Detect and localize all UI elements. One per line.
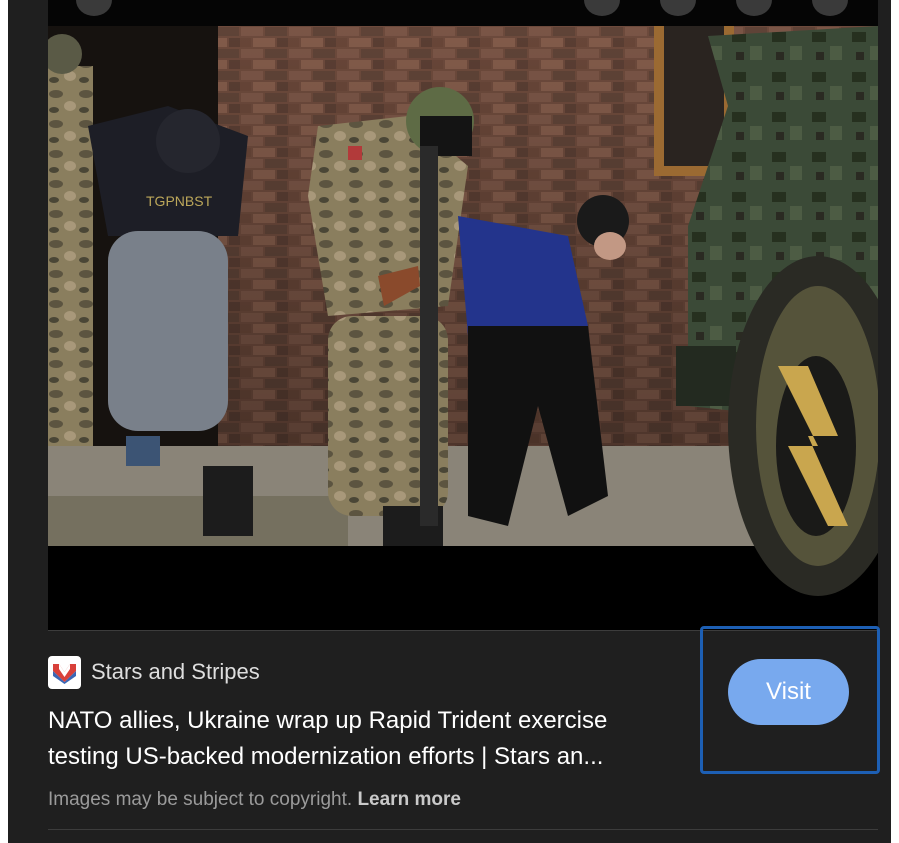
- source-name[interactable]: Stars and Stripes: [91, 659, 260, 685]
- result-image[interactable]: TGPNBST: [48, 26, 878, 630]
- result-title[interactable]: NATO allies, Ukraine wrap up Rapid Tride…: [48, 703, 698, 775]
- prev-action-icon[interactable]: [76, 0, 112, 16]
- visit-button[interactable]: Visit: [728, 659, 849, 725]
- result-title-line-1[interactable]: NATO allies, Ukraine wrap up Rapid Tride…: [48, 703, 698, 739]
- copyright-notice: Images may be subject to copyright. Lear…: [48, 789, 461, 811]
- stars-and-stripes-logo-icon: [48, 655, 81, 689]
- share-icon[interactable]: [584, 0, 620, 16]
- previous-item-strip: [48, 0, 878, 26]
- learn-more-link[interactable]: Learn more: [357, 789, 460, 810]
- source-row[interactable]: Stars and Stripes: [48, 655, 260, 689]
- result-image-picture: TGPNBST: [48, 26, 878, 630]
- result-title-line-2[interactable]: testing US-backed modernization efforts …: [48, 739, 698, 775]
- divider-bottom: [48, 829, 878, 830]
- svg-text:TGPNBST: TGPNBST: [146, 193, 213, 209]
- more-icon[interactable]: [736, 0, 772, 16]
- copyright-text: Images may be subject to copyright.: [48, 789, 353, 810]
- save-icon[interactable]: [660, 0, 696, 16]
- close-icon[interactable]: [812, 0, 848, 16]
